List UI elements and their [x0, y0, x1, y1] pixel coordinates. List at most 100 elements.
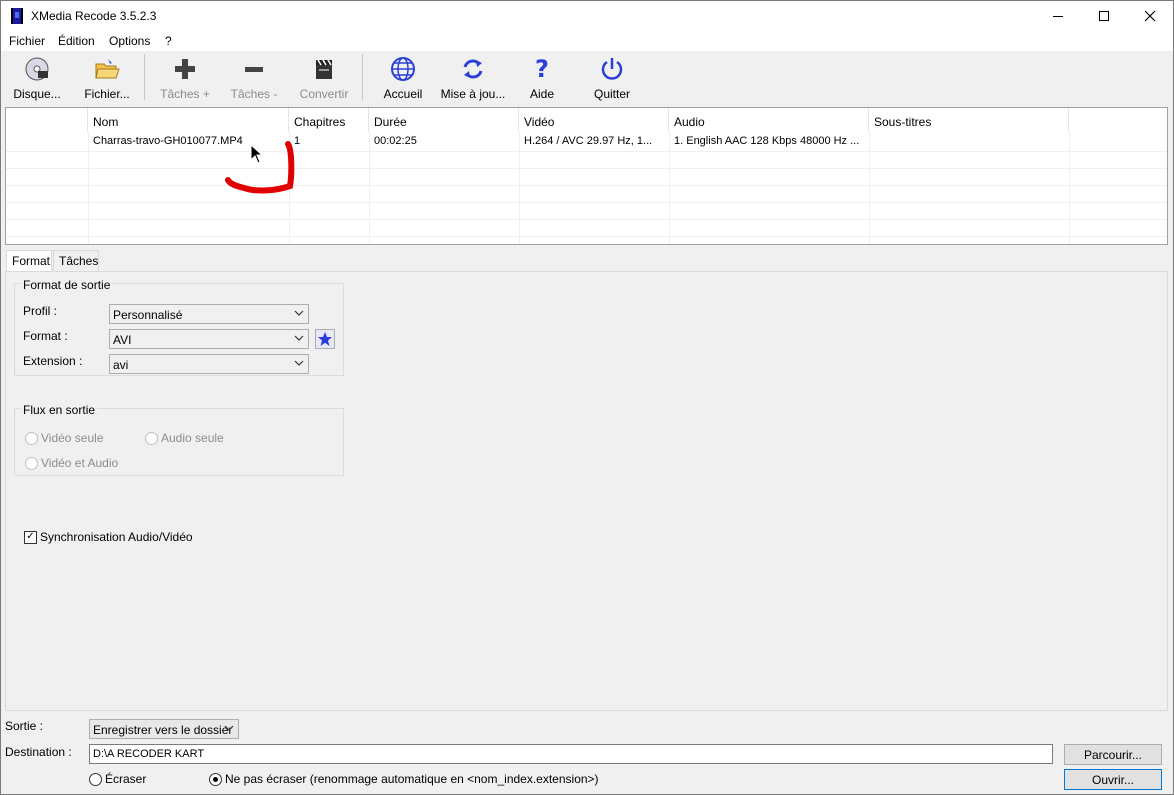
- row-divider: [6, 219, 1167, 220]
- extension-value: avi: [113, 358, 129, 372]
- column-header-sous-titres[interactable]: Sous-titres: [869, 108, 1069, 132]
- radio-label: Ne pas écraser (renommage automatique en…: [225, 772, 599, 786]
- favorite-button[interactable]: [315, 329, 335, 349]
- app-window: XMedia Recode 3.5.2.3 Fichier Édition Op…: [0, 0, 1174, 795]
- format-tab-panel: Format de sortie Profil : Personnalisé F…: [5, 271, 1168, 711]
- convert-button[interactable]: Convertir: [296, 53, 352, 101]
- row-divider: [6, 185, 1167, 186]
- output-format-group: Format de sortie Profil : Personnalisé F…: [14, 278, 344, 376]
- minimize-button[interactable]: [1035, 1, 1081, 31]
- chevron-down-icon: [294, 360, 304, 366]
- radio-indicator: [145, 431, 158, 445]
- column-divider: [519, 132, 520, 244]
- profile-label: Profil :: [23, 304, 58, 318]
- checkbox-label: Synchronisation Audio/Vidéo: [40, 530, 193, 544]
- home-button[interactable]: Accueil: [379, 53, 427, 101]
- radio-indicator: [25, 431, 38, 445]
- column-header-nom[interactable]: Nom: [88, 108, 289, 132]
- output-mode-select[interactable]: Enregistrer vers le dossier: [89, 719, 239, 739]
- video-only-radio[interactable]: Vidéo seule: [25, 431, 104, 445]
- disc-icon: [23, 55, 51, 83]
- cell-video: H.264 / AVC 29.97 Hz, 1...: [524, 135, 653, 147]
- menu-options[interactable]: Options: [109, 34, 150, 48]
- folder-icon: [93, 55, 121, 83]
- menu-help[interactable]: ?: [165, 34, 172, 48]
- column-header-blank: [6, 108, 88, 132]
- radio-indicator: [89, 772, 102, 786]
- maximize-button[interactable]: [1081, 1, 1127, 31]
- checkmark-icon: ✓: [24, 530, 37, 544]
- toolbar-separator: [144, 54, 145, 100]
- extension-label: Extension :: [23, 354, 83, 368]
- destination-label: Destination :: [5, 745, 72, 759]
- chevron-down-icon: [294, 310, 304, 316]
- radio-indicator: [25, 456, 38, 470]
- no-overwrite-radio[interactable]: Ne pas écraser (renommage automatique en…: [209, 772, 599, 786]
- group-title: Format de sortie: [21, 278, 113, 292]
- radio-label: Vidéo et Audio: [41, 456, 119, 470]
- row-divider: [6, 168, 1167, 169]
- audio-only-radio[interactable]: Audio seule: [145, 431, 224, 445]
- row-divider: [6, 236, 1167, 237]
- tab-taches[interactable]: Tâches: [53, 250, 99, 271]
- column-divider: [88, 132, 89, 244]
- format-value: AVI: [113, 333, 132, 347]
- window-title: XMedia Recode 3.5.2.3: [31, 9, 157, 23]
- column-divider: [1069, 132, 1070, 244]
- power-icon: [598, 55, 626, 83]
- extension-select[interactable]: avi: [109, 354, 309, 374]
- browse-button[interactable]: Parcourir...: [1064, 744, 1162, 765]
- column-divider: [869, 132, 870, 244]
- menu-edition[interactable]: Édition: [58, 34, 95, 48]
- maximize-icon: [1099, 11, 1109, 21]
- radio-label: Audio seule: [161, 431, 224, 445]
- disc-button[interactable]: Disque...: [11, 53, 63, 101]
- update-button[interactable]: Mise à jou...: [439, 53, 507, 101]
- video-audio-radio[interactable]: Vidéo et Audio: [25, 456, 118, 470]
- plus-icon: [171, 55, 199, 83]
- destination-input[interactable]: D:\A RECODER KART: [89, 744, 1053, 764]
- title-bar: XMedia Recode 3.5.2.3: [1, 1, 1173, 31]
- av-sync-checkbox[interactable]: ✓ Synchronisation Audio/Vidéo: [24, 530, 193, 544]
- radio-label: Vidéo seule: [41, 431, 104, 445]
- output-mode-value: Enregistrer vers le dossier: [93, 723, 233, 737]
- profile-select[interactable]: Personnalisé: [109, 304, 309, 324]
- profile-value: Personnalisé: [113, 308, 183, 322]
- minimize-icon: [1053, 15, 1063, 17]
- remove-task-button[interactable]: Tâches -: [227, 53, 281, 101]
- chevron-down-icon: [224, 725, 234, 731]
- quit-button[interactable]: Quitter: [589, 53, 635, 101]
- format-select[interactable]: AVI: [109, 329, 309, 349]
- clapper-icon: [310, 55, 338, 83]
- open-button[interactable]: Ouvrir...: [1064, 769, 1162, 790]
- column-header-audio[interactable]: Audio: [669, 108, 869, 132]
- minus-icon: [240, 55, 268, 83]
- refresh-icon: [459, 55, 487, 83]
- toolbar: Disque... Fichier... Tâches + Tâches - C…: [1, 51, 1173, 105]
- question-icon: ?: [535, 55, 549, 83]
- close-button[interactable]: [1127, 1, 1173, 31]
- star-icon: [318, 332, 332, 346]
- output-stream-group: Flux en sortie Vidéo seule Audio seule V…: [14, 403, 344, 476]
- app-film-icon: [11, 8, 23, 24]
- column-divider: [669, 132, 670, 244]
- overwrite-radio[interactable]: Écraser: [89, 772, 146, 786]
- toolbar-separator: [362, 54, 363, 100]
- add-task-button[interactable]: Tâches +: [157, 53, 213, 101]
- chevron-down-icon: [294, 335, 304, 341]
- open-file-button[interactable]: Fichier...: [81, 53, 133, 101]
- file-list[interactable]: Nom Chapitres Durée Vidéo Audio Sous-tit…: [5, 107, 1168, 245]
- tab-format[interactable]: Format: [6, 250, 52, 272]
- row-divider: [6, 202, 1167, 203]
- mouse-cursor-icon: [250, 144, 264, 164]
- output-label: Sortie :: [5, 719, 44, 733]
- column-header-duree[interactable]: Durée: [369, 108, 519, 132]
- menu-fichier[interactable]: Fichier: [9, 34, 45, 48]
- group-title: Flux en sortie: [21, 403, 98, 417]
- column-header-video[interactable]: Vidéo: [519, 108, 669, 132]
- radio-label: Écraser: [105, 772, 147, 786]
- help-button[interactable]: ? Aide: [521, 53, 563, 101]
- row-divider: [6, 151, 1167, 152]
- globe-icon: [389, 55, 417, 83]
- column-header-chapitres[interactable]: Chapitres: [289, 108, 369, 132]
